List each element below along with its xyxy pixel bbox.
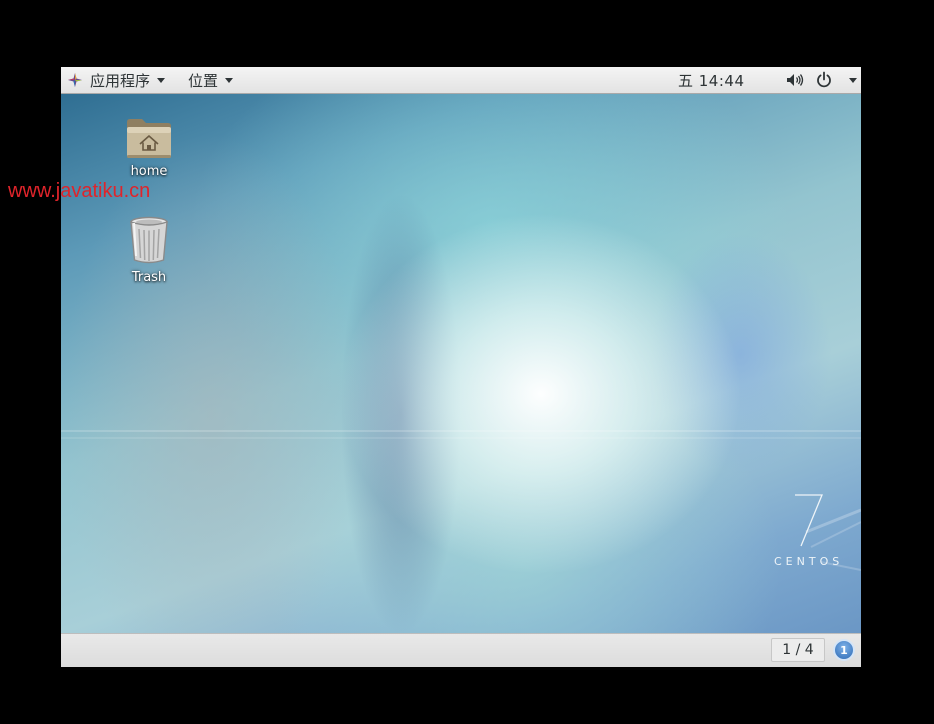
desktop-icon-trash[interactable]: Trash <box>104 216 194 285</box>
background-streak <box>61 437 861 439</box>
background-streak <box>61 430 861 432</box>
desktop-icon-home[interactable]: home <box>104 116 194 179</box>
desktop-icon-label: home <box>130 164 168 179</box>
chevron-down-icon <box>225 77 234 83</box>
desktop-icon-label: Trash <box>131 270 167 285</box>
watermark-text: www.javatiku.cn <box>8 180 151 202</box>
desktop-background[interactable]: home Trash 7 CENTOS <box>61 94 861 633</box>
applications-menu-label: 应用程序 <box>90 71 151 90</box>
home-folder-icon <box>127 119 171 158</box>
clock[interactable]: 五 14:44 <box>678 67 745 93</box>
workspace-counter[interactable]: 1 / 4 <box>771 638 825 662</box>
places-menu[interactable]: 位置 <box>188 67 234 93</box>
volume-icon[interactable] <box>786 73 804 87</box>
workspace-switcher-button[interactable]: 1 <box>833 639 855 661</box>
power-icon[interactable] <box>816 71 832 89</box>
chevron-down-icon <box>157 77 166 83</box>
chevron-down-icon[interactable] <box>849 78 857 83</box>
places-menu-label: 位置 <box>188 71 219 90</box>
desktop-screen: 应用程序 位置 五 14:44 home Trash 7 CENTOS 1 / … <box>61 67 861 667</box>
system-logo-icon <box>68 73 82 87</box>
trash-icon <box>130 216 168 264</box>
applications-menu[interactable]: 应用程序 <box>67 67 166 93</box>
bottom-panel: 1 / 4 1 <box>61 633 861 667</box>
centos-logo-text: CENTOS <box>774 555 844 568</box>
top-panel: 应用程序 位置 五 14:44 <box>61 67 861 94</box>
centos-logo: 7 CENTOS <box>766 492 861 572</box>
